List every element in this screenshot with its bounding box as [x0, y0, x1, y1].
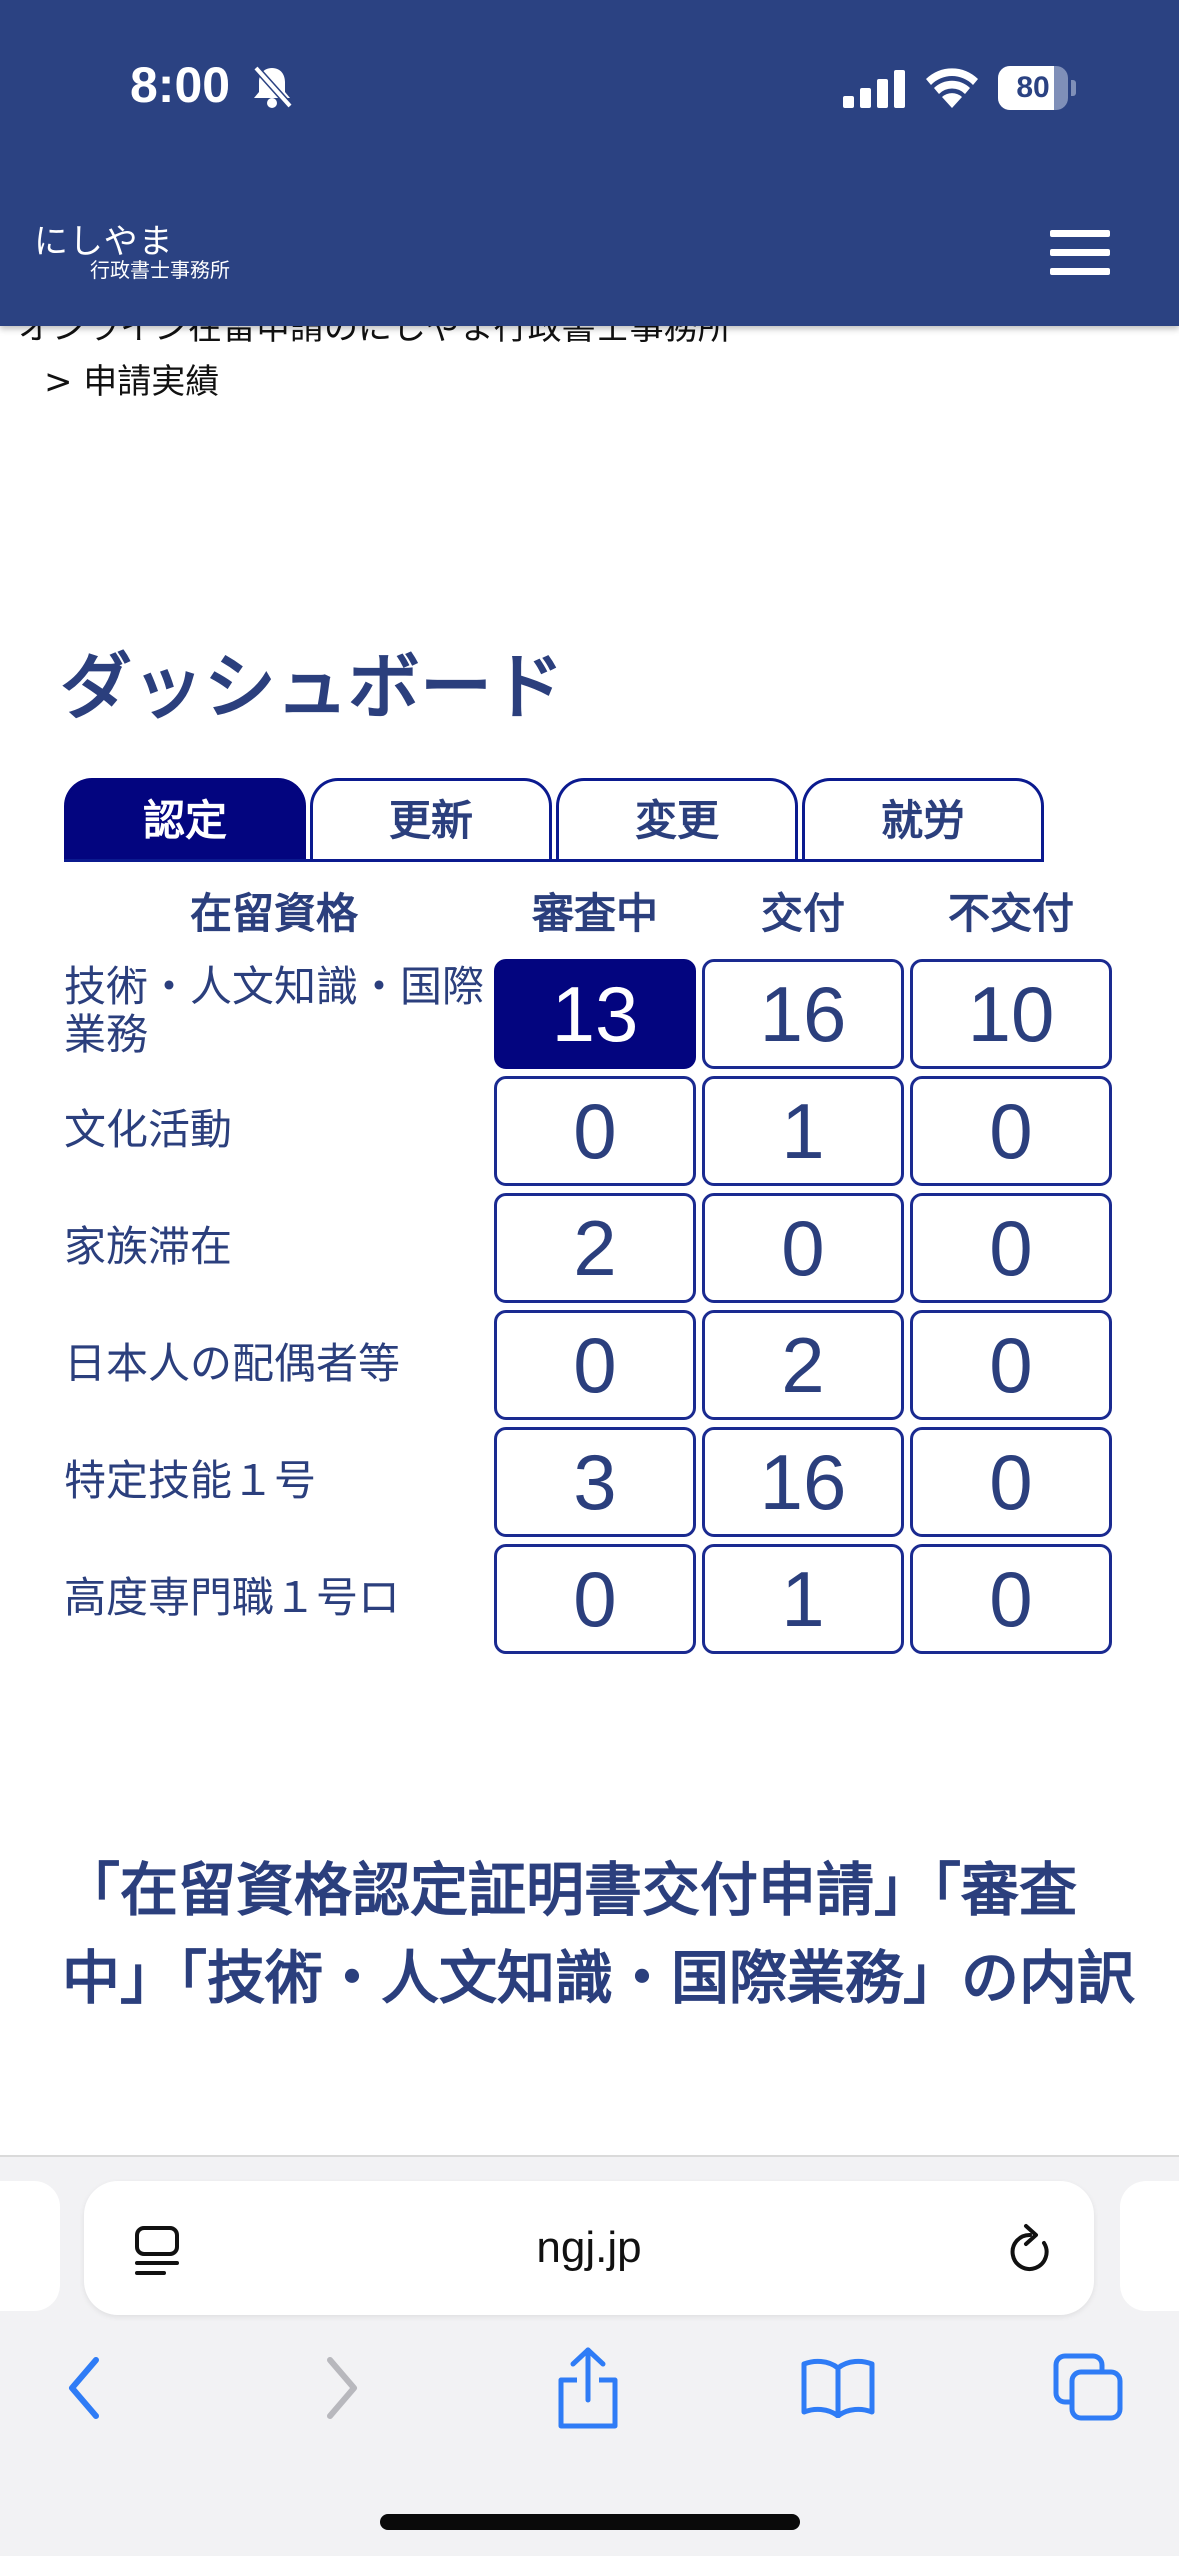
battery-icon: 80 — [998, 66, 1076, 110]
logo-subtitle[interactable]: 行政書士事務所 — [90, 254, 230, 283]
column-header-under-review: 審査中 — [531, 889, 658, 938]
tab-koshin[interactable]: 更新 — [310, 778, 552, 862]
row-label: 特定技能１号 — [64, 1456, 317, 1505]
count-cell[interactable]: 16 — [702, 959, 904, 1069]
column-header-status: 在留資格 — [189, 889, 358, 938]
url-text[interactable]: ngj.jp — [84, 2181, 1094, 2315]
breadcrumb-current: > 申請実績 — [44, 362, 220, 402]
count-cell[interactable]: 10 — [910, 959, 1112, 1069]
count-cell[interactable]: 0 — [494, 1310, 696, 1420]
dashboard-title: ダッシュボード — [60, 645, 565, 729]
tab-henko[interactable]: 変更 — [556, 778, 798, 862]
address-bar[interactable]: ngj.jp — [84, 2181, 1094, 2315]
signal-icon — [843, 70, 905, 108]
row-label: 技術・人文知識・国際業務 — [64, 962, 485, 1059]
count-cell[interactable]: 1 — [702, 1544, 904, 1654]
previous-tab-preview[interactable] — [0, 2181, 60, 2311]
count-cell[interactable]: 0 — [910, 1310, 1112, 1420]
bell-slash-icon — [253, 65, 293, 109]
count-cell[interactable]: 0 — [910, 1193, 1112, 1303]
row-label: 文化活動 — [64, 1105, 233, 1154]
row-label: 日本人の配偶者等 — [64, 1339, 401, 1388]
share-icon[interactable] — [555, 2346, 621, 2430]
breakdown-heading: 「在留資格認定証明書交付申請」「審査中」「技術・人文知識・国際業務」の内訳 — [62, 1856, 1136, 2012]
row-label: 高度専門職１号ロ — [64, 1573, 401, 1622]
tab-shuro[interactable]: 就労 — [802, 778, 1044, 862]
count-cell[interactable]: 2 — [702, 1310, 904, 1420]
back-icon[interactable] — [64, 2356, 104, 2420]
reload-icon[interactable] — [1004, 2223, 1056, 2277]
count-cell[interactable]: 3 — [494, 1427, 696, 1537]
count-cell[interactable]: 16 — [702, 1427, 904, 1537]
count-cell[interactable]: 0 — [702, 1193, 904, 1303]
tabs-icon[interactable] — [1052, 2352, 1124, 2422]
count-cell[interactable]: 2 — [494, 1193, 696, 1303]
home-indicator[interactable] — [380, 2514, 800, 2530]
count-cell[interactable]: 13 — [494, 959, 696, 1069]
column-header-granted: 交付 — [760, 889, 845, 938]
battery-level: 80 — [1016, 71, 1050, 104]
hamburger-menu-icon[interactable] — [1050, 228, 1114, 278]
site-header: 8:00 80 にしやま 行政書士事務所 — [0, 0, 1179, 326]
tab-nintei[interactable]: 認定 — [64, 778, 306, 862]
count-cell[interactable]: 0 — [910, 1544, 1112, 1654]
count-cell[interactable]: 0 — [910, 1076, 1112, 1186]
tabs-underline — [64, 859, 1042, 862]
count-cell[interactable]: 0 — [494, 1076, 696, 1186]
forward-icon — [327, 2357, 357, 2419]
column-header-denied: 不交付 — [947, 889, 1074, 938]
wifi-icon — [926, 68, 978, 108]
screen: 8:00 80 にしやま 行政書士事務所 オンライン在留申請のにしやま行政書士事… — [0, 0, 1179, 2556]
next-tab-preview[interactable] — [1120, 2181, 1179, 2311]
status-time: 8:00 — [130, 57, 231, 113]
bookmarks-icon[interactable] — [800, 2356, 876, 2418]
count-cell[interactable]: 0 — [494, 1544, 696, 1654]
count-cell[interactable]: 1 — [702, 1076, 904, 1186]
count-cell[interactable]: 0 — [910, 1427, 1112, 1537]
row-label: 家族滞在 — [64, 1222, 233, 1271]
